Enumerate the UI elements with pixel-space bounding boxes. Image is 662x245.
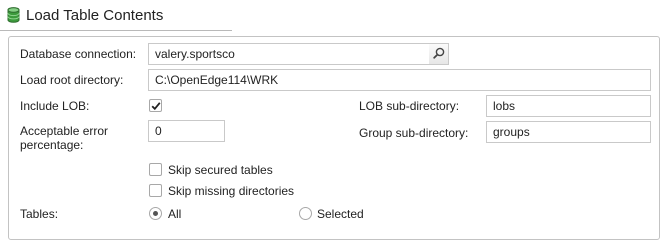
tables-selected-label[interactable]: Selected <box>317 207 364 221</box>
tables-all-label[interactable]: All <box>168 207 181 221</box>
acceptable-error-input[interactable] <box>148 120 225 142</box>
tables-selected-radio[interactable] <box>299 207 312 220</box>
page-title: Load Table Contents <box>26 7 164 24</box>
load-root-directory-label: Load root directory: <box>20 73 124 87</box>
skip-missing-directories-label[interactable]: Skip missing directories <box>168 184 294 198</box>
group-subdirectory-input[interactable] <box>486 121 651 143</box>
database-connection-input[interactable] <box>148 43 430 65</box>
skip-secured-tables-checkbox[interactable] <box>149 163 162 176</box>
database-connection-label: Database connection: <box>20 47 137 61</box>
lob-subdirectory-label: LOB sub-directory: <box>359 99 460 113</box>
tables-label: Tables: <box>20 207 59 221</box>
group-subdirectory-label: Group sub-directory: <box>359 126 469 140</box>
include-lob-checkbox[interactable] <box>149 99 162 112</box>
skip-missing-directories-checkbox[interactable] <box>149 184 162 197</box>
skip-secured-tables-label[interactable]: Skip secured tables <box>168 163 273 177</box>
search-icon <box>432 47 445 62</box>
database-icon <box>7 7 20 23</box>
tables-all-radio[interactable] <box>149 207 162 220</box>
include-lob-label: Include LOB: <box>20 99 90 113</box>
lob-subdirectory-input[interactable] <box>486 95 651 117</box>
load-root-directory-input[interactable] <box>148 69 651 91</box>
database-lookup-button[interactable] <box>429 43 449 65</box>
acceptable-error-label: Acceptable error percentage: <box>20 124 109 152</box>
section-header: Load Table Contents <box>0 0 232 31</box>
